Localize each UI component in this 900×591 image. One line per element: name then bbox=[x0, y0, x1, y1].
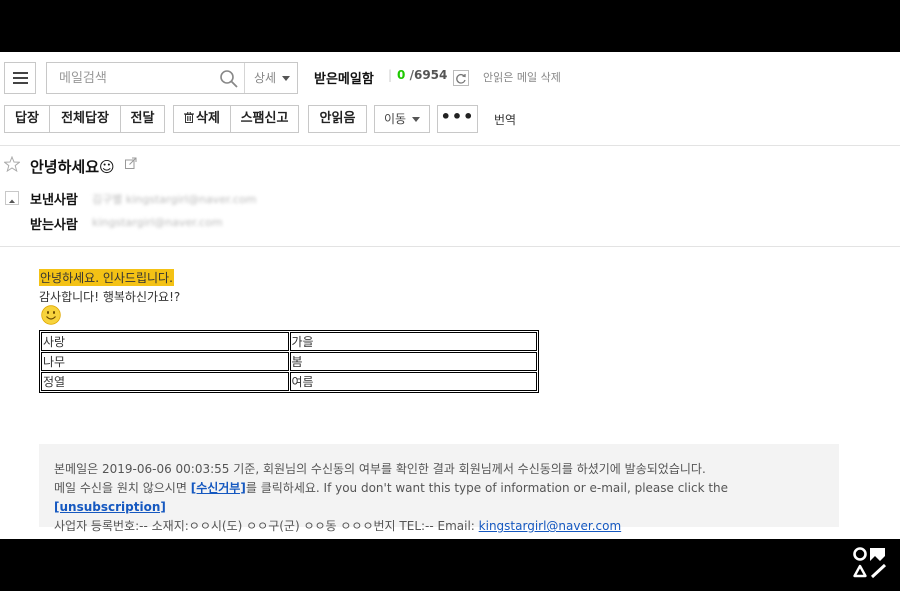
smiley-icon bbox=[41, 305, 61, 325]
spam-report-button[interactable]: 스팸신고 bbox=[230, 105, 299, 133]
star-icon[interactable] bbox=[4, 156, 20, 172]
forward-button[interactable]: 전달 bbox=[120, 105, 165, 133]
collapse-header-button[interactable] bbox=[5, 191, 19, 205]
sender-label: 보낸사람 bbox=[30, 193, 78, 208]
table-cell: 정열 bbox=[41, 372, 289, 391]
mark-unread-button[interactable]: 안읽음 bbox=[308, 105, 367, 133]
footer-line-2: 메일 수신을 원치 않으시면 [수신거부]를 클릭하세요. If you don… bbox=[54, 479, 824, 517]
reply-button[interactable]: 답장 bbox=[4, 105, 50, 133]
refresh-icon bbox=[456, 73, 466, 84]
recipient-value[interactable]: kingstargirl@naver.com bbox=[92, 216, 223, 229]
search-icon[interactable] bbox=[219, 69, 239, 89]
table-cell: 여름 bbox=[289, 372, 537, 391]
search-box: 상세 bbox=[46, 62, 298, 94]
mail-count: | 0 /6954 bbox=[388, 68, 447, 82]
table-row: 나무 봄 bbox=[41, 352, 537, 371]
body-greeting: 안녕하세요. 인사드립니다. bbox=[39, 269, 174, 286]
trash-icon bbox=[184, 112, 195, 123]
sender-value[interactable]: 김구별 kingstargirl@naver.com bbox=[92, 191, 256, 207]
table-cell: 사랑 bbox=[41, 332, 289, 351]
body-thanks: 감사합니다! 행복하신가요!? bbox=[39, 290, 181, 304]
divider bbox=[0, 145, 900, 146]
footer-text: 사업자 등록번호:-- 소재지:ㅇㅇ시(도) ㅇㅇ구(군) ㅇㅇ동 ㅇㅇㅇ번지 … bbox=[54, 519, 479, 533]
hamburger-icon bbox=[13, 72, 28, 74]
top-toolbar: 상세 받은메일함 |0 /6954 안읽은 메일 삭제 bbox=[0, 60, 900, 94]
delete-unread-link[interactable]: 안읽은 메일 삭제 bbox=[483, 69, 561, 85]
divider bbox=[0, 246, 900, 247]
hamburger-icon-line bbox=[13, 77, 28, 79]
footer-line-1: 본메일은 2019-06-06 00:03:55 기준, 회원님의 수신동의 여… bbox=[54, 462, 706, 476]
recipient-label: 받는사람 bbox=[30, 218, 78, 233]
brand-logo-icon bbox=[853, 547, 887, 579]
table-row: 정열 여름 bbox=[41, 372, 537, 391]
popout-icon[interactable] bbox=[125, 157, 137, 169]
chevron-down-icon bbox=[412, 117, 421, 122]
table-cell: 나무 bbox=[41, 352, 289, 371]
refresh-button[interactable] bbox=[453, 70, 469, 86]
table-cell: 가을 bbox=[289, 332, 537, 351]
move-label: 이동 bbox=[383, 112, 407, 126]
move-dropdown[interactable]: 이동 bbox=[374, 105, 430, 133]
more-button[interactable]: ••• bbox=[437, 105, 478, 133]
hamburger-menu-button[interactable] bbox=[4, 62, 36, 94]
collapse-icon bbox=[9, 199, 15, 203]
table-cell: 봄 bbox=[289, 352, 537, 371]
unsubscribe-link-ko[interactable]: [수신거부] bbox=[191, 481, 246, 495]
title-divider: | bbox=[388, 68, 393, 82]
footer-email-link[interactable]: kingstargirl@naver.com bbox=[479, 519, 621, 533]
search-input[interactable] bbox=[47, 63, 243, 93]
total-count: 6954 bbox=[413, 68, 448, 82]
mail-viewport: 상세 받은메일함 |0 /6954 안읽은 메일 삭제 답장 전체답장 전달 bbox=[0, 52, 900, 539]
reply-all-button[interactable]: 전체답장 bbox=[49, 105, 121, 133]
delete-label: 삭제 bbox=[196, 111, 220, 126]
mailbox-title[interactable]: 받은메일함 bbox=[314, 68, 374, 87]
search-detail-dropdown[interactable]: 상세 bbox=[245, 63, 297, 93]
footer-line-3: 사업자 등록번호:-- 소재지:ㅇㅇ시(도) ㅇㅇ구(군) ㅇㅇ동 ㅇㅇㅇ번지 … bbox=[54, 517, 824, 536]
action-toolbar: 답장 전체답장 전달 삭제 스팸신고 안읽음 이동 ••• 번역 bbox=[0, 105, 900, 133]
chevron-down-icon bbox=[282, 76, 291, 81]
mail-subject: 안녕하세요☺ bbox=[30, 158, 115, 176]
body-table: 사랑 가을 나무 봄 정열 여름 bbox=[39, 330, 539, 393]
search-detail-label: 상세 bbox=[254, 71, 277, 85]
translate-button[interactable]: 번역 bbox=[494, 111, 516, 128]
table-row: 사랑 가을 bbox=[41, 332, 537, 351]
hamburger-icon-line bbox=[13, 82, 28, 84]
footer-text: 메일 수신을 원치 않으시면 bbox=[54, 481, 191, 495]
delete-button[interactable]: 삭제 bbox=[173, 105, 231, 133]
mail-footer: 본메일은 2019-06-06 00:03:55 기준, 회원님의 수신동의 여… bbox=[39, 444, 839, 533]
unread-count[interactable]: 0 bbox=[397, 68, 405, 82]
footer-text: 를 클릭하세요. If you don't want this type of … bbox=[245, 481, 729, 495]
unsubscribe-link-en[interactable]: [unsubscription] bbox=[54, 500, 166, 514]
